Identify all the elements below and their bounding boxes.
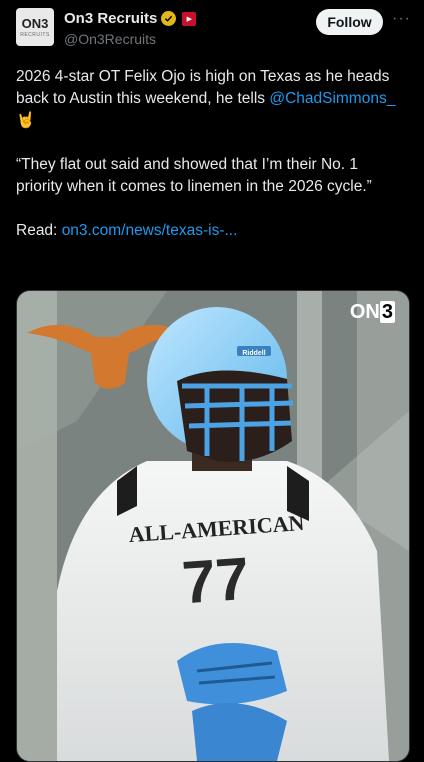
helmet-brand: Riddell xyxy=(242,350,265,357)
tweet-text: 2026 4-star OT Felix Ojo is high on Texa… xyxy=(16,66,408,242)
tweet-paragraph-1: 2026 4-star OT Felix Ojo is high on Texa… xyxy=(16,66,408,132)
tweet-read-line: Read: on3.com/news/texas-is-... xyxy=(16,220,408,242)
player-photo: Riddell ALL-AMERICAN 77 xyxy=(17,291,409,761)
display-name[interactable]: On3 Recruits xyxy=(64,10,157,27)
jersey-number: 77 xyxy=(180,545,251,616)
more-options-icon[interactable]: ··· xyxy=(392,10,411,28)
tweet-quote: “They flat out said and showed that I’m … xyxy=(16,156,372,195)
name-row: On3 Recruits ▶ xyxy=(64,10,197,27)
follow-button[interactable]: Follow xyxy=(316,9,383,35)
mention-link[interactable]: @ChadSimmons_ xyxy=(269,90,395,107)
tweet-media-image[interactable]: Riddell ALL-AMERICAN 77 ON 3 xyxy=(16,290,410,762)
article-link[interactable]: on3.com/news/texas-is-... xyxy=(62,222,238,239)
affiliate-badge-icon[interactable]: ▶ xyxy=(182,11,197,26)
on3-watermark: ON 3 xyxy=(349,301,395,323)
read-label: Read: xyxy=(16,222,58,239)
avatar[interactable]: ON3 RECRUITS xyxy=(16,8,54,46)
avatar-logo: ON3 xyxy=(21,15,49,31)
horns-emoji: 🤘 xyxy=(16,112,36,129)
handle[interactable]: @On3Recruits xyxy=(64,31,156,47)
avatar-logo-sub: RECRUITS xyxy=(20,31,50,38)
tweet-header: ON3 RECRUITS On3 Recruits ▶ @On3Recruits… xyxy=(0,0,424,60)
verified-badge-icon xyxy=(161,11,177,26)
